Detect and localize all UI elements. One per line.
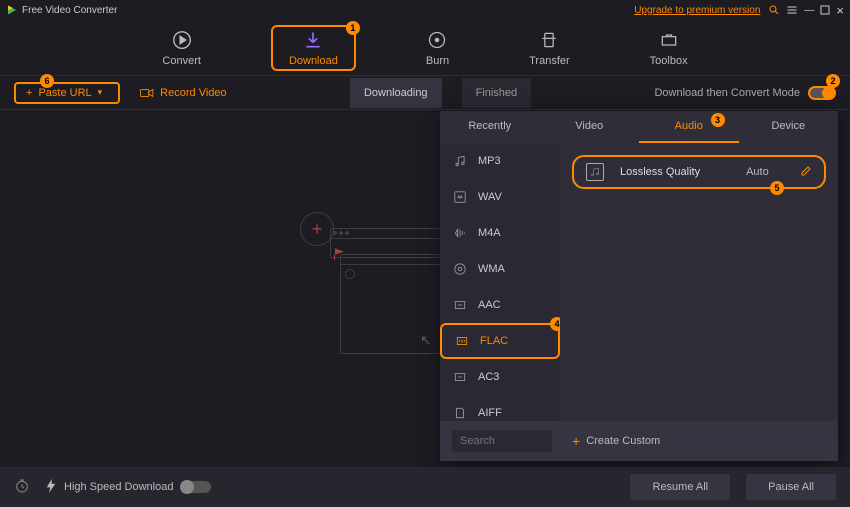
paste-url-label: Paste URL: [38, 87, 91, 99]
search-icon[interactable]: [768, 4, 780, 16]
badge-6: 6: [40, 74, 54, 88]
format-icon: [452, 225, 468, 241]
create-custom-button[interactable]: + Create Custom: [572, 433, 660, 449]
nav-toolbox-label: Toolbox: [650, 55, 688, 67]
camera-icon: [140, 87, 154, 99]
maximize-button[interactable]: [820, 5, 830, 15]
plus-icon: +: [572, 433, 580, 449]
quality-pane: Lossless Quality Auto 5: [560, 143, 838, 421]
burn-icon: [426, 29, 448, 51]
download-icon: [302, 29, 324, 51]
plus-icon: +: [26, 87, 32, 99]
bottom-bar: High Speed Download Resume All Pause All: [0, 467, 850, 507]
nav-transfer[interactable]: Transfer: [519, 25, 580, 71]
nav-toolbox[interactable]: Toolbox: [640, 25, 698, 71]
chevron-down-icon: ▾: [98, 87, 103, 98]
edit-icon[interactable]: [800, 165, 812, 180]
clock-icon[interactable]: [14, 478, 30, 497]
cursor-icon: ↖: [420, 332, 432, 349]
record-video-label: Record Video: [160, 87, 226, 99]
format-icon: [452, 189, 468, 205]
badge-1: 1: [346, 21, 360, 35]
nav-transfer-label: Transfer: [529, 55, 570, 67]
format-label: AC3: [478, 371, 499, 383]
high-speed-download: High Speed Download: [46, 479, 211, 496]
nav-convert-label: Convert: [162, 55, 201, 67]
minimize-button[interactable]: —: [804, 5, 814, 16]
format-label: FLAC: [480, 335, 508, 347]
hsd-toggle[interactable]: [181, 481, 211, 493]
format-panel: Recently Video Audio 3 Device MP3 WAV M4A W…: [440, 111, 838, 461]
format-flac[interactable]: FLAC4: [440, 323, 560, 359]
format-label: WMA: [478, 263, 505, 275]
format-label: AAC: [478, 299, 501, 311]
format-icon: [452, 261, 468, 277]
app-logo: Free Video Converter: [6, 4, 117, 16]
pause-all-button[interactable]: Pause All: [746, 474, 836, 500]
app-title: Free Video Converter: [22, 5, 117, 16]
close-button[interactable]: ×: [836, 3, 844, 18]
format-label: AIFF: [478, 407, 502, 419]
badge-4: 4: [550, 317, 560, 331]
tab-video[interactable]: Video: [540, 111, 640, 143]
create-custom-label: Create Custom: [586, 435, 660, 447]
top-nav: Convert 1 Download Burn Transfer Toolbox: [0, 20, 850, 76]
menu-icon[interactable]: [786, 4, 798, 16]
tab-finished[interactable]: Finished: [462, 78, 532, 108]
format-wav[interactable]: WAV: [440, 179, 560, 215]
badge-3: 3: [711, 113, 725, 127]
format-list[interactable]: MP3WAVM4AWMAAACFLAC4AC3AIFF: [440, 143, 560, 421]
format-icon: [452, 153, 468, 169]
convert-mode-label: Download then Convert Mode: [654, 87, 800, 99]
quality-row[interactable]: Lossless Quality Auto 5: [572, 155, 826, 189]
format-icon: [452, 297, 468, 313]
titlebar: Free Video Converter Upgrade to premium …: [0, 0, 850, 20]
upgrade-link[interactable]: Upgrade to premium version: [634, 5, 760, 16]
format-mp3[interactable]: MP3: [440, 143, 560, 179]
paste-url-button[interactable]: 6 + Paste URL ▾: [14, 82, 120, 104]
plus-circle-icon: +: [300, 212, 334, 246]
format-icon: [452, 405, 468, 421]
format-ac3[interactable]: AC3: [440, 359, 560, 395]
nav-convert[interactable]: Convert: [152, 25, 211, 71]
format-label: WAV: [478, 191, 502, 203]
format-aac[interactable]: AAC: [440, 287, 560, 323]
format-wma[interactable]: WMA: [440, 251, 560, 287]
badge-2: 2: [826, 74, 840, 88]
bolt-icon: [46, 479, 56, 496]
convert-mode-toggle[interactable]: 2: [808, 86, 836, 100]
logo-icon: [6, 4, 18, 16]
resume-all-button[interactable]: Resume All: [630, 474, 730, 500]
format-icon: [452, 369, 468, 385]
sub-bar: 6 + Paste URL ▾ Record Video Downloading…: [0, 76, 850, 110]
quality-value: Auto: [746, 166, 769, 178]
tab-device[interactable]: Device: [739, 111, 839, 143]
format-label: M4A: [478, 227, 501, 239]
format-m4a[interactable]: M4A: [440, 215, 560, 251]
search-input[interactable]: [452, 430, 552, 452]
quality-icon: [586, 163, 604, 181]
stage: + ↖ Recently Video Audio 3 Device MP3 WAV…: [0, 110, 850, 467]
nav-download[interactable]: 1 Download: [271, 25, 356, 71]
panel-tabs: Recently Video Audio 3 Device: [440, 111, 838, 143]
quality-label: Lossless Quality: [620, 166, 700, 178]
toolbox-icon: [658, 29, 680, 51]
record-video-button[interactable]: Record Video: [140, 87, 226, 99]
panel-footer: + Create Custom: [440, 421, 838, 461]
tab-audio-label: Audio: [675, 120, 703, 132]
format-aiff[interactable]: AIFF: [440, 395, 560, 421]
badge-5: 5: [770, 181, 784, 195]
transfer-icon: [538, 29, 560, 51]
nav-burn[interactable]: Burn: [416, 25, 459, 71]
tab-downloading[interactable]: Downloading: [350, 78, 442, 108]
tab-recently[interactable]: Recently: [440, 111, 540, 143]
format-label: MP3: [478, 155, 501, 167]
nav-burn-label: Burn: [426, 55, 449, 67]
hsd-label: High Speed Download: [64, 481, 173, 493]
nav-download-label: Download: [289, 55, 338, 67]
convert-icon: [171, 29, 193, 51]
format-icon: [454, 333, 470, 349]
tab-audio[interactable]: Audio 3: [639, 111, 739, 143]
